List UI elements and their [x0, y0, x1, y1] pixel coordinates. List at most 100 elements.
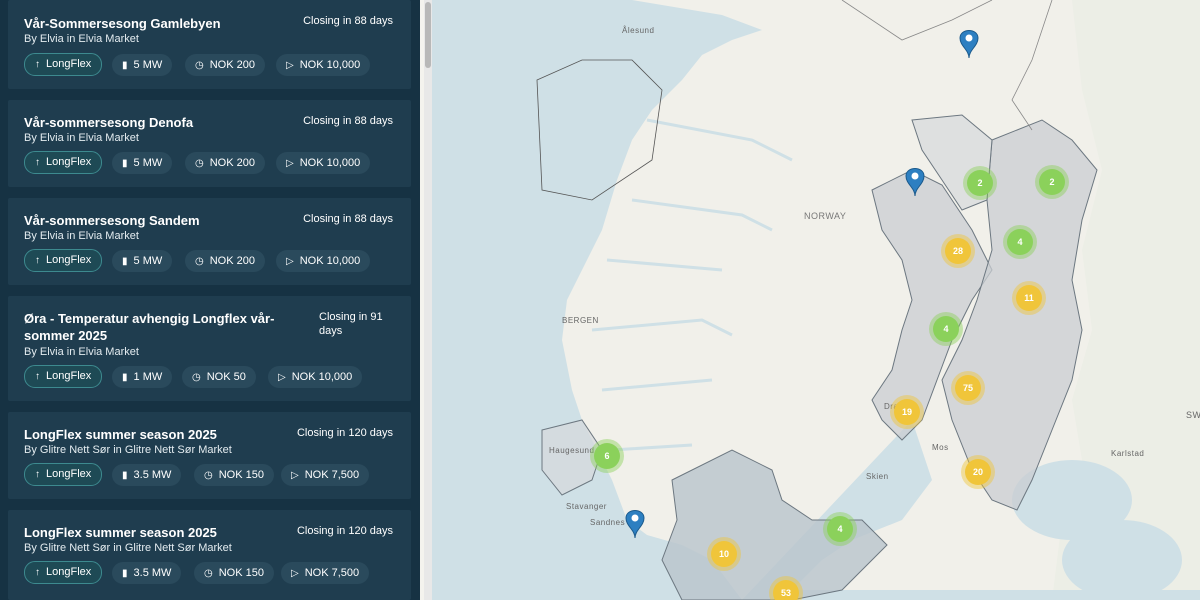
listing-title: Øra - Temperatur avhengig Longflex vår-s…: [24, 311, 275, 343]
map-canvas: [432, 0, 1200, 600]
listing-title: Vår-sommersesong Sandem: [24, 213, 200, 228]
map-label-karlstad: Karlstad: [1111, 449, 1145, 458]
map-cluster[interactable]: 53: [773, 580, 799, 600]
clock-icon: ◷: [195, 256, 204, 267]
closing-text: Closing in 88 days: [303, 15, 393, 27]
map-label-skien: Skien: [866, 472, 889, 481]
play-icon: ▷: [286, 256, 294, 267]
arrow-up-icon: ↑: [35, 371, 40, 382]
bar-chart-icon: ▮: [122, 568, 128, 579]
power-pill: ▮ 5 MW: [112, 152, 173, 174]
power-value: 3.5 MW: [133, 567, 172, 579]
bar-chart-icon: ▮: [122, 158, 128, 169]
power-pill: ▮ 1 MW: [112, 366, 173, 388]
listing-card[interactable]: LongFlex summer season 2025 By Glitre Ne…: [8, 510, 411, 600]
total-value: NOK 10,000: [291, 371, 353, 383]
price-pill: ◷ NOK 150: [194, 464, 274, 486]
price-value: NOK 150: [218, 567, 264, 579]
product-label: LongFlex: [46, 370, 92, 382]
power-pill: ▮ 5 MW: [112, 250, 173, 272]
product-label: LongFlex: [46, 156, 92, 168]
price-value: NOK 200: [209, 157, 255, 169]
price-value: NOK 200: [209, 59, 255, 71]
listing-title: LongFlex summer season 2025: [24, 525, 217, 540]
listing-owner: By Elvia in Elvia Market: [24, 33, 139, 45]
product-label: LongFlex: [46, 58, 92, 70]
price-pill: ◷ NOK 150: [194, 562, 274, 584]
play-icon: ▷: [278, 372, 286, 383]
listing-card[interactable]: Vår-Sommersesong Gamlebyen By Elvia in E…: [8, 0, 411, 89]
listing-sidebar: Vår-Sommersesong Gamlebyen By Elvia in E…: [0, 0, 420, 600]
clock-icon: ◷: [204, 470, 213, 481]
power-value: 5 MW: [133, 157, 163, 169]
product-label: LongFlex: [46, 566, 92, 578]
play-icon: ▷: [286, 60, 294, 71]
map-cluster[interactable]: 4: [827, 516, 853, 542]
map-label-sandnes: Sandnes: [590, 518, 626, 527]
price-pill: ◷ NOK 200: [185, 152, 265, 174]
price-value: NOK 150: [218, 469, 264, 481]
map-label-stavanger: Stavanger: [566, 502, 607, 511]
total-value: NOK 7,500: [304, 469, 360, 481]
map-cluster[interactable]: 10: [711, 541, 737, 567]
listing-card[interactable]: Vår-sommersesong Denofa By Elvia in Elvi…: [8, 100, 411, 187]
listing-owner: By Elvia in Elvia Market: [24, 346, 139, 358]
map-label-norway: NORWAY: [804, 211, 847, 221]
clock-icon: ◷: [195, 158, 204, 169]
price-pill: ◷ NOK 200: [185, 250, 265, 272]
map-cluster[interactable]: 28: [945, 238, 971, 264]
listing-owner: By Elvia in Elvia Market: [24, 132, 139, 144]
product-label: LongFlex: [46, 468, 92, 480]
listing-card[interactable]: LongFlex summer season 2025 By Glitre Ne…: [8, 412, 411, 499]
bar-chart-icon: ▮: [122, 470, 128, 481]
arrow-up-icon: ↑: [35, 157, 40, 168]
listing-owner: By Glitre Nett Sør in Glitre Nett Sør Ma…: [24, 542, 232, 554]
power-pill: ▮ 3.5 MW: [112, 562, 182, 584]
power-pill: ▮ 5 MW: [112, 54, 173, 76]
power-value: 5 MW: [133, 255, 163, 267]
product-badge[interactable]: ↑ LongFlex: [24, 365, 103, 388]
price-value: NOK 200: [209, 255, 255, 267]
total-pill: ▷ NOK 10,000: [276, 250, 371, 272]
product-badge[interactable]: ↑ LongFlex: [24, 249, 103, 272]
map-cluster[interactable]: 11: [1016, 285, 1042, 311]
closing-text: Closing in 91 days: [319, 311, 383, 337]
listing-owner: By Elvia in Elvia Market: [24, 230, 139, 242]
sidebar-scrollbar[interactable]: [424, 0, 432, 600]
product-badge[interactable]: ↑ LongFlex: [24, 463, 103, 486]
listing-card[interactable]: Øra - Temperatur avhengig Longflex vår-s…: [8, 296, 411, 401]
arrow-up-icon: ↑: [35, 59, 40, 70]
listing-owner: By Glitre Nett Sør in Glitre Nett Sør Ma…: [24, 444, 232, 456]
total-value: NOK 10,000: [299, 255, 361, 267]
arrow-up-icon: ↑: [35, 567, 40, 578]
map-label-haugesund: Haugesund: [549, 446, 595, 455]
product-badge[interactable]: ↑ LongFlex: [24, 53, 103, 76]
product-badge[interactable]: ↑ LongFlex: [24, 151, 103, 174]
map-cluster[interactable]: 75: [955, 375, 981, 401]
bar-chart-icon: ▮: [122, 256, 128, 267]
scroll-thumb[interactable]: [425, 2, 431, 68]
product-label: LongFlex: [46, 254, 92, 266]
map-cluster[interactable]: 4: [1007, 229, 1033, 255]
product-badge[interactable]: ↑ LongFlex: [24, 561, 103, 584]
total-pill: ▷ NOK 10,000: [276, 152, 371, 174]
play-icon: ▷: [291, 568, 299, 579]
map-cluster[interactable]: 6: [594, 443, 620, 469]
map-view[interactable]: Ålesund NORWAY BERGEN Haugesund Stavange…: [432, 0, 1200, 600]
map-label-alesund: Ålesund: [622, 26, 655, 35]
total-pill: ▷ NOK 7,500: [281, 464, 370, 486]
map-cluster[interactable]: 19: [894, 399, 920, 425]
map-cluster[interactable]: 4: [933, 316, 959, 342]
clock-icon: ◷: [192, 372, 201, 383]
closing-text: Closing in 88 days: [303, 213, 393, 225]
power-value: 1 MW: [133, 371, 163, 383]
price-pill: ◷ NOK 50: [182, 366, 256, 388]
map-label-moss: Mos: [932, 443, 949, 452]
play-icon: ▷: [286, 158, 294, 169]
clock-icon: ◷: [195, 60, 204, 71]
map-cluster[interactable]: 2: [1039, 169, 1065, 195]
map-cluster[interactable]: 20: [965, 459, 991, 485]
total-pill: ▷ NOK 7,500: [281, 562, 370, 584]
listing-card[interactable]: Vår-sommersesong Sandem By Elvia in Elvi…: [8, 198, 411, 285]
map-cluster[interactable]: 2: [967, 170, 993, 196]
